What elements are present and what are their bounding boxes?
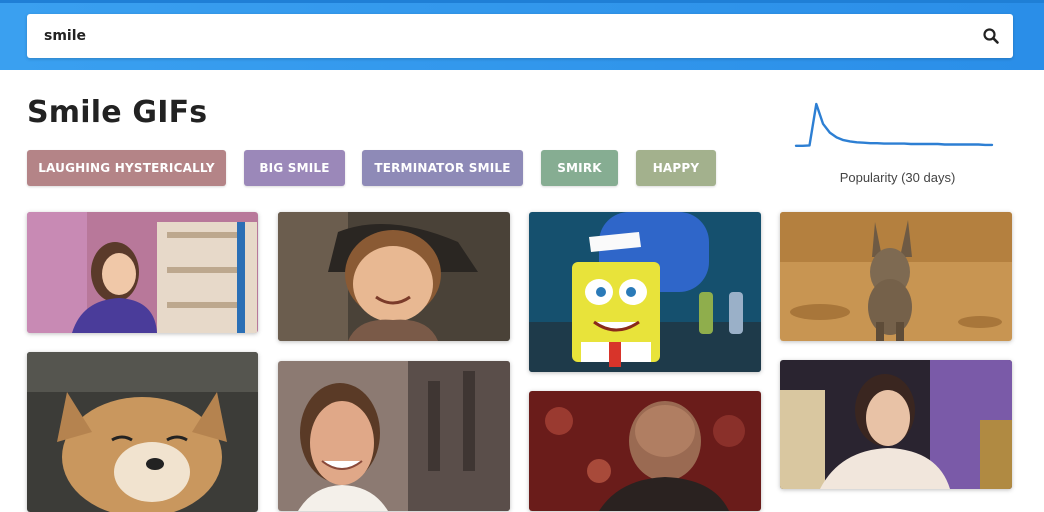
tag-label: BIG SMILE <box>259 161 330 175</box>
tag-happy[interactable]: HAPPY <box>636 150 716 186</box>
gif-thumbnail <box>529 391 761 511</box>
gif-tile[interactable] <box>529 391 761 511</box>
gif-tile[interactable] <box>278 361 510 511</box>
gif-tile[interactable] <box>27 352 258 512</box>
header-bar <box>0 0 1044 70</box>
gif-tile[interactable] <box>529 212 761 372</box>
tag-terminator-smile[interactable]: TERMINATOR SMILE <box>362 150 523 186</box>
popularity-widget: Popularity (30 days) <box>790 100 1000 190</box>
popularity-sparkline <box>794 102 994 147</box>
gif-thumbnail <box>27 352 258 512</box>
popularity-label: Popularity (30 days) <box>839 170 956 185</box>
tag-label: TERMINATOR SMILE <box>374 161 511 175</box>
gif-thumbnail <box>780 360 1012 489</box>
gif-thumbnail <box>27 212 258 333</box>
gif-thumbnail <box>278 361 510 511</box>
header-accent-line <box>0 0 1044 3</box>
gif-tile[interactable] <box>780 360 1012 489</box>
tag-smirk[interactable]: SMIRK <box>541 150 618 186</box>
tag-laughing-hysterically[interactable]: LAUGHING HYSTERICALLY <box>27 150 226 186</box>
page-title: Smile GIFs <box>27 95 208 130</box>
tag-big-smile[interactable]: BIG SMILE <box>244 150 345 186</box>
gif-thumbnail <box>780 212 1012 341</box>
tag-label: HAPPY <box>652 161 700 175</box>
search-input[interactable] <box>27 14 967 58</box>
tag-label: LAUGHING HYSTERICALLY <box>38 161 215 175</box>
search-icon <box>983 28 999 44</box>
gif-thumbnail <box>278 212 510 341</box>
search-button[interactable] <box>981 26 1001 46</box>
gif-tile[interactable] <box>27 212 258 333</box>
gif-tile[interactable] <box>278 212 510 341</box>
search-box <box>27 14 1013 58</box>
tag-label: SMIRK <box>557 161 602 175</box>
gif-tile[interactable] <box>780 212 1012 341</box>
gif-thumbnail <box>529 212 761 372</box>
